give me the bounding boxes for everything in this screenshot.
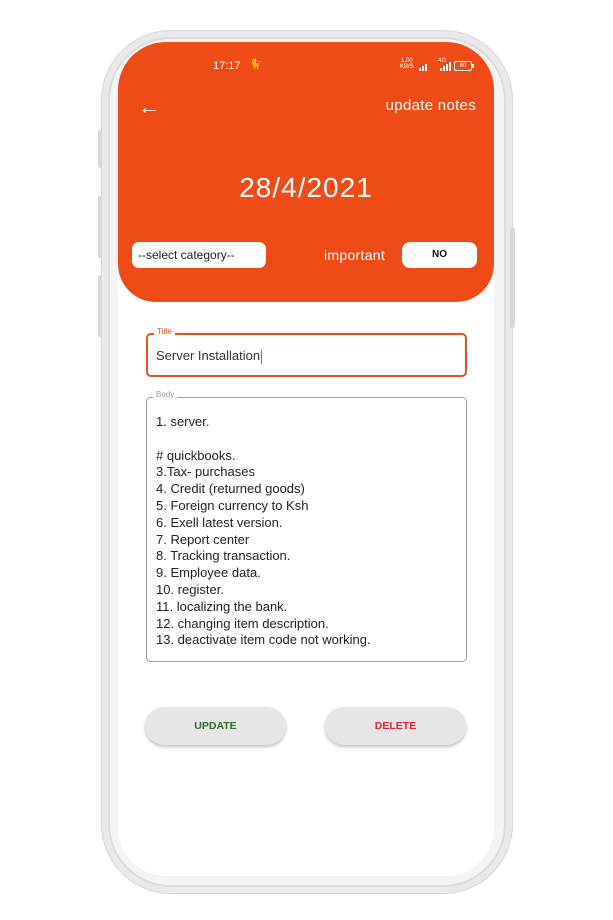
important-toggle-button[interactable]: NO [402, 242, 477, 268]
network-speed-unit: KB/S [400, 64, 414, 70]
body-field[interactable]: Body 1. server. # quickbooks. 3.Tax- pur… [146, 390, 467, 662]
category-select[interactable]: --select category-- [132, 242, 266, 268]
page-title: update notes [385, 97, 476, 114]
status-time: 17:17 [213, 60, 241, 72]
note-date[interactable]: 28/4/2021 [118, 172, 494, 204]
body-field-label: Body [153, 390, 178, 399]
network-speed: 1.00 KB/S [400, 58, 414, 70]
notification-icon: 🐈 [249, 59, 262, 70]
phone-side-button [98, 130, 102, 168]
cell-signal-icon [440, 61, 451, 71]
app-screen: 17:17 🐈 1.00 KB/S 4G 60 ← update notes 2… [118, 42, 494, 876]
back-arrow-icon[interactable]: ← [138, 94, 160, 120]
important-label: important [324, 247, 386, 263]
delete-button[interactable]: DELETE [325, 707, 466, 745]
title-field[interactable]: Title Server Installation [146, 327, 467, 377]
title-input-value[interactable]: Server Installation [156, 348, 263, 364]
title-field-label: Title [154, 327, 175, 336]
wifi-signal-icon [419, 61, 427, 71]
phone-side-button [98, 196, 102, 258]
phone-power-button [510, 228, 515, 328]
status-bar: 17:17 🐈 1.00 KB/S 4G 60 [118, 56, 494, 76]
battery-icon: 60 [454, 61, 474, 71]
text-cursor [261, 349, 263, 364]
body-text[interactable]: 1. server. # quickbooks. 3.Tax- purchase… [156, 414, 371, 649]
header: 17:17 🐈 1.00 KB/S 4G 60 ← update notes 2… [118, 42, 494, 302]
update-button[interactable]: UPDATE [145, 707, 286, 745]
title-text: Server Installation [156, 348, 261, 363]
phone-side-button [98, 275, 102, 337]
